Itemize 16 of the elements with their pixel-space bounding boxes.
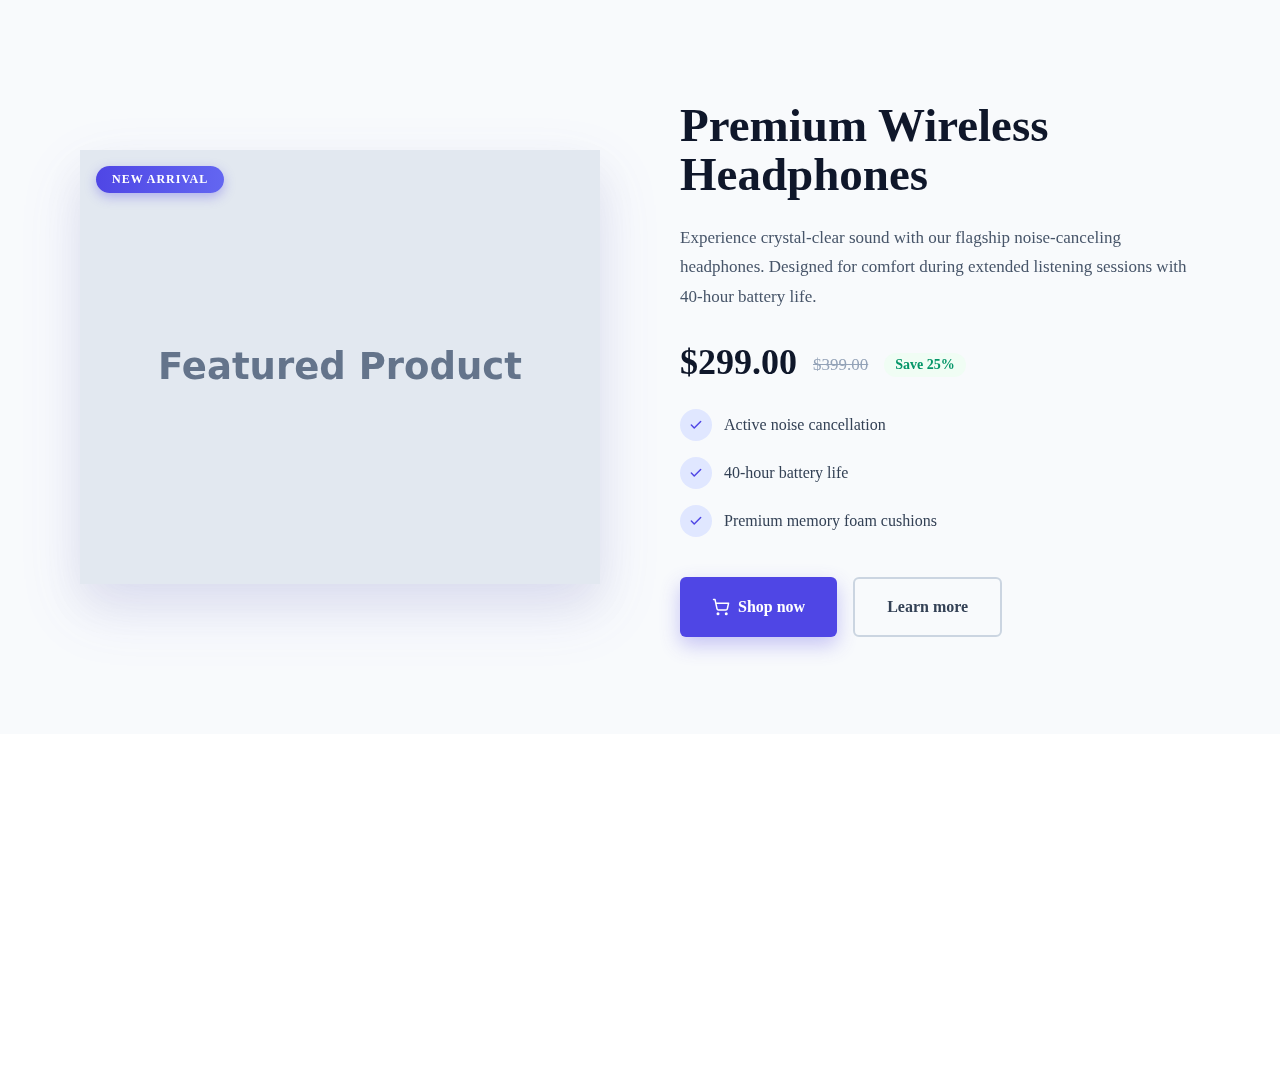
feature-text: Active noise cancellation — [724, 416, 886, 435]
shop-button[interactable]: Shop now — [680, 577, 838, 638]
check-icon — [680, 505, 712, 538]
new-arrival-badge: NEW ARRIVAL — [96, 166, 225, 193]
original-price: $399.00 — [813, 355, 869, 376]
product-title: Premium Wireless Headphones — [680, 100, 1050, 199]
placeholder-text: Featured Product — [158, 344, 522, 388]
learn-more-button[interactable]: Learn more — [853, 577, 1003, 638]
check-icon — [680, 409, 712, 442]
savings-badge: Save 25% — [884, 353, 966, 378]
feature-text: 40-hour battery life — [724, 464, 849, 483]
current-price: $299.00 — [680, 341, 797, 384]
product-description: Experience crystal-clear sound with our flagship noise-canceling headphones. Designed for comfort during extended listening sessions with 40-hour battery life. — [680, 226, 1188, 308]
check-icon — [680, 457, 712, 490]
cart-icon — [712, 598, 730, 617]
feature-text: Premium memory foam cushions — [724, 512, 937, 531]
